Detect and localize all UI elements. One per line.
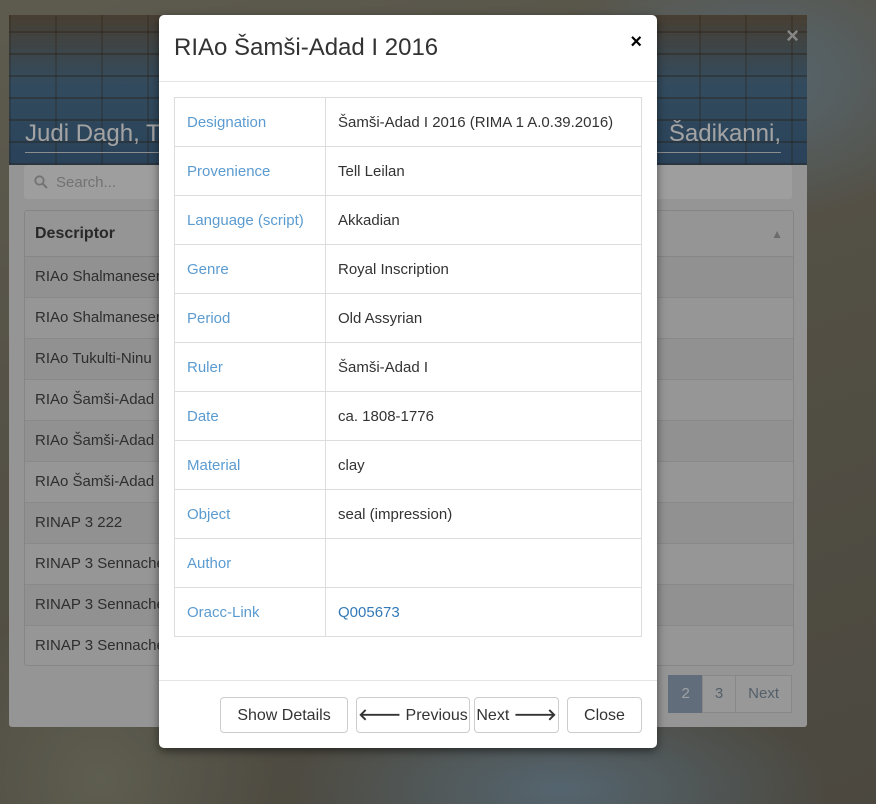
- field-value: Royal Inscription: [325, 244, 642, 294]
- field-value: Old Assyrian: [325, 293, 642, 343]
- detail-row: Genre Royal Inscription: [174, 244, 642, 294]
- field-label: Author: [174, 538, 326, 588]
- modal-header: RIAo Šamši-Adad I 2016 ×: [159, 15, 657, 82]
- show-details-button[interactable]: Show Details: [220, 697, 348, 733]
- field-label: Material: [174, 440, 326, 490]
- detail-row: Provenience Tell Leilan: [174, 146, 642, 196]
- field-value: Šamši-Adad I: [325, 342, 642, 392]
- detail-row: Object seal (impression): [174, 489, 642, 539]
- close-icon[interactable]: ×: [630, 31, 642, 54]
- detail-row: Material clay: [174, 440, 642, 490]
- field-label: Date: [174, 391, 326, 441]
- field-label: Language (script): [174, 195, 326, 245]
- detail-row: Author: [174, 538, 642, 588]
- field-value: Tell Leilan: [325, 146, 642, 196]
- arrow-left-icon: 🡐: [358, 707, 402, 724]
- field-value: Šamši-Adad I 2016 (RIMA 1 A.0.39.2016): [325, 97, 642, 147]
- field-value: seal (impression): [325, 489, 642, 539]
- field-value: ca. 1808-1776: [325, 391, 642, 441]
- modal-title: RIAo Šamši-Adad I 2016: [174, 34, 439, 61]
- field-value: Akkadian: [325, 195, 642, 245]
- next-button[interactable]: Next 🡒: [474, 697, 559, 733]
- detail-row: Language (script) Akkadian: [174, 195, 642, 245]
- field-value: clay: [325, 440, 642, 490]
- detail-row: Designation Šamši-Adad I 2016 (RIMA 1 A.0…: [174, 97, 642, 147]
- field-label: Ruler: [174, 342, 326, 392]
- field-value-cell: Q005673: [325, 587, 642, 637]
- field-label: Period: [174, 293, 326, 343]
- detail-table: Designation Šamši-Adad I 2016 (RIMA 1 A.0…: [174, 97, 642, 637]
- detail-row: Oracc-Link Q005673: [174, 587, 642, 637]
- close-label: Close: [584, 707, 625, 724]
- field-value: [325, 538, 642, 588]
- oracc-link[interactable]: Q005673: [338, 604, 400, 621]
- field-label: Designation: [174, 97, 326, 147]
- next-label: Next: [476, 707, 510, 724]
- detail-modal: RIAo Šamši-Adad I 2016 × Designation Šamš…: [159, 15, 657, 748]
- modal-footer: Show Details 🡐 Previous Next 🡒 Close: [159, 680, 657, 749]
- detail-row: Ruler Šamši-Adad I: [174, 342, 642, 392]
- previous-label: Previous: [405, 707, 468, 724]
- close-button[interactable]: Close: [567, 697, 642, 733]
- detail-row: Date ca. 1808-1776: [174, 391, 642, 441]
- previous-button[interactable]: 🡐 Previous: [356, 697, 470, 733]
- field-label: Oracc-Link: [174, 587, 326, 637]
- arrow-right-icon: 🡒: [513, 707, 557, 724]
- field-label: Object: [174, 489, 326, 539]
- field-label: Genre: [174, 244, 326, 294]
- field-label: Provenience: [174, 146, 326, 196]
- show-details-label: Show Details: [237, 707, 331, 724]
- detail-row: Period Old Assyrian: [174, 293, 642, 343]
